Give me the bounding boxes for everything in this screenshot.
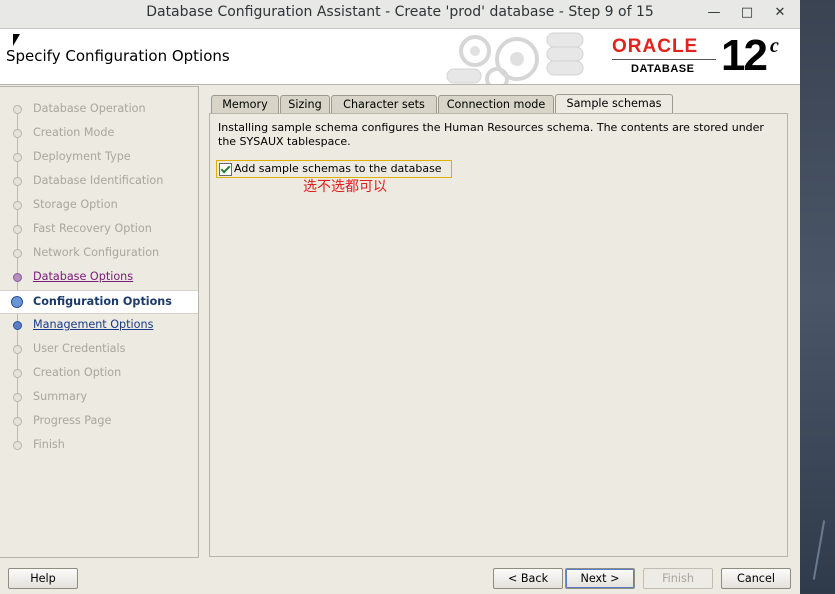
step-dot-icon [13,345,22,354]
step-dot-icon [13,441,22,450]
nav-step-label: Management Options [33,318,154,331]
nav-step-item[interactable]: Database Operation [0,98,198,120]
sample-schemas-panel: Installing sample schema configures the … [209,113,788,557]
nav-step-item: Summary [0,386,198,408]
tab-sample-schemas[interactable]: Sample schemas [555,94,673,114]
content-area: Memory Sizing Character sets Connection … [208,86,788,557]
step-dot-icon [13,417,22,426]
version-number: 12 [721,31,768,80]
cancel-button[interactable]: Cancel [721,568,791,589]
tab-label: Sample schemas [566,97,662,110]
gears-graphic-icon [446,32,584,84]
nav-step-label: Progress Page [33,414,112,427]
step-dot-icon [13,225,22,234]
tab-label: Memory [222,98,268,111]
nav-step-item[interactable]: Network Configuration [0,242,198,264]
window-title: Database Configuration Assistant - Creat… [146,4,654,20]
nav-step-item[interactable]: Management Options [0,314,198,336]
step-dot-icon [13,393,22,402]
nav-step-item: Configuration Options [0,290,198,314]
nav-step-item[interactable]: Deployment Type [0,146,198,168]
nav-step-item[interactable]: Fast Recovery Option [0,218,198,240]
nav-step-label: User Credentials [33,342,126,355]
nav-step-item: Progress Page [0,410,198,432]
nav-step-item[interactable]: Database Identification [0,170,198,192]
step-navigation: Database Operation Creation Mode Deploymen… [0,86,199,558]
add-sample-schemas-checkbox[interactable] [219,163,232,176]
maximize-icon[interactable]: □ [736,3,758,23]
step-dot-icon [13,369,22,378]
nav-step-label: Deployment Type [33,150,131,163]
nav-step-label: Database Operation [33,102,146,115]
tab-label: Connection mode [446,98,546,111]
nav-step-label: Creation Option [33,366,122,379]
minimize-icon[interactable]: — [703,3,725,23]
step-dot-icon [13,105,22,114]
finish-button[interactable]: Finish [643,568,713,589]
step-dot-icon [13,129,22,138]
tab-label: Sizing [288,98,322,111]
tab-connection-mode[interactable]: Connection mode [438,95,554,113]
nav-step-item[interactable]: Database Options [0,266,198,288]
tab-label: Character sets [343,98,425,111]
dbca-window: Database Configuration Assistant - Creat… [0,0,800,594]
nav-step-item: Creation Option [0,362,198,384]
nav-step-label: Database Identification [33,174,164,187]
nav-step-label: Database Options [33,270,134,283]
nav-step-label: Creation Mode [33,126,115,139]
database-logo-text: DATABASE [631,63,695,75]
tab-character-sets[interactable]: Character sets [331,95,437,113]
step-dot-icon [13,273,22,282]
step-dot-icon [13,321,22,330]
version-suffix: c [770,35,779,57]
nav-step-label: Summary [33,390,88,403]
header-banner: Specify Configuration Options ORACLE DAT… [0,29,800,85]
annotation-text: 选不选都可以 [303,179,387,195]
logo-divider [612,59,716,60]
step-dot-icon [13,201,22,210]
tab-sizing[interactable]: Sizing [280,95,330,113]
page-title: Specify Configuration Options [6,47,230,65]
nav-step-item[interactable]: Creation Mode [0,122,198,144]
nav-step-item: User Credentials [0,338,198,360]
oracle-logo-text: ORACLE [612,36,699,57]
panel-description: Installing sample schema configures the … [218,121,764,148]
help-button[interactable]: Help [8,568,78,589]
step-dot-icon [13,177,22,186]
step-dot-icon [13,249,22,258]
nav-step-label: Configuration Options [33,295,172,308]
nav-step-label: Finish [33,438,65,451]
step-dot-icon [11,296,23,308]
back-button[interactable]: < Back [493,568,563,589]
nav-step-label: Fast Recovery Option [33,222,152,235]
title-bar[interactable]: Database Configuration Assistant - Creat… [0,0,800,29]
mouse-pointer-icon [13,34,20,46]
close-icon[interactable]: ✕ [769,3,791,23]
tab-memory[interactable]: Memory [211,95,279,113]
nav-step-item[interactable]: Storage Option [0,194,198,216]
checkbox-label: Add sample schemas to the database [234,162,442,175]
nav-step-label: Storage Option [33,198,118,211]
nav-step-item: Finish [0,434,198,456]
desktop-background [800,0,835,594]
step-dot-icon [13,153,22,162]
next-button[interactable]: Next > [565,568,635,589]
nav-step-label: Network Configuration [33,246,160,259]
